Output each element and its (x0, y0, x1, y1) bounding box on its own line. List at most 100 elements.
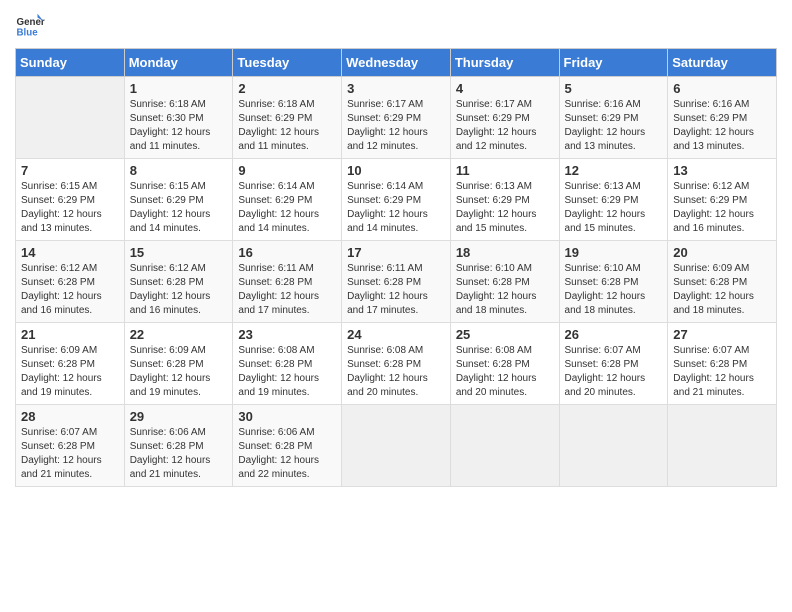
calendar-cell: 23 Sunrise: 6:08 AMSunset: 6:28 PMDayligh… (233, 323, 342, 405)
col-header-saturday: Saturday (668, 49, 777, 77)
day-number: 18 (456, 245, 554, 260)
cell-info: Sunrise: 6:17 AMSunset: 6:29 PMDaylight:… (347, 98, 445, 154)
calendar-cell: 30Sunrise: 6:06 AMSunset: 6:28 PMDayligh… (233, 405, 342, 487)
calendar-cell (559, 405, 668, 487)
cell-info: Sunrise: 6:16 AMSunset: 6:29 PMDaylight:… (565, 98, 663, 154)
calendar-cell: 24Sunrise: 6:08 AMSunset: 6:28 PMDayligh… (342, 323, 451, 405)
cell-info: Sunrise: 6:10 AMSunset: 6:28 PMDaylight:… (456, 262, 554, 318)
day-number: 21 (21, 327, 119, 342)
calendar-cell: 11 Sunrise: 6:13 AMSunset: 6:29 PMDayligh… (450, 159, 559, 241)
calendar-cell: 17Sunrise: 6:11 AMSunset: 6:28 PMDayligh… (342, 241, 451, 323)
svg-text:Blue: Blue (17, 28, 39, 39)
cell-info: Sunrise: 6:08 AMSunset: 6:28 PMDaylight:… (238, 344, 336, 400)
calendar-cell: 27 Sunrise: 6:07 AMSunset: 6:28 PMDayligh… (668, 323, 777, 405)
cell-info: Sunrise: 6:15 AMSunset: 6:29 PMDaylight:… (130, 180, 228, 236)
col-header-thursday: Thursday (450, 49, 559, 77)
col-header-sunday: Sunday (16, 49, 125, 77)
calendar-cell: 13 Sunrise: 6:12 AMSunset: 6:29 PMDayligh… (668, 159, 777, 241)
day-number: 10 (347, 163, 445, 178)
day-number: 27 (673, 327, 771, 342)
calendar-cell: 29 Sunrise: 6:06 AMSunset: 6:28 PMDayligh… (124, 405, 233, 487)
cell-info: Sunrise: 6:12 AMSunset: 6:28 PMDaylight:… (130, 262, 228, 318)
cell-info: Sunrise: 6:06 AMSunset: 6:28 PMDaylight:… (130, 426, 228, 482)
cell-info: Sunrise: 6:13 AMSunset: 6:29 PMDaylight:… (456, 180, 554, 236)
day-number: 9 (238, 163, 336, 178)
cell-info: Sunrise: 6:13 AMSunset: 6:29 PMDaylight:… (565, 180, 663, 236)
calendar-cell: 28 Sunrise: 6:07 AMSunset: 6:28 PMDayligh… (16, 405, 125, 487)
calendar-cell (450, 405, 559, 487)
day-number: 11 (456, 163, 554, 178)
calendar-cell: 16 Sunrise: 6:11 AMSunset: 6:28 PMDayligh… (233, 241, 342, 323)
page-header: General Blue (15, 10, 777, 40)
cell-info: Sunrise: 6:15 AMSunset: 6:29 PMDaylight:… (21, 180, 119, 236)
day-number: 26 (565, 327, 663, 342)
calendar-cell: 7Sunrise: 6:15 AMSunset: 6:29 PMDaylight… (16, 159, 125, 241)
day-number: 13 (673, 163, 771, 178)
day-number: 19 (565, 245, 663, 260)
calendar-cell: 20 Sunrise: 6:09 AMSunset: 6:28 PMDayligh… (668, 241, 777, 323)
cell-info: Sunrise: 6:09 AMSunset: 6:28 PMDaylight:… (21, 344, 119, 400)
calendar-cell: 14 Sunrise: 6:12 AMSunset: 6:28 PMDayligh… (16, 241, 125, 323)
day-number: 2 (238, 81, 336, 96)
cell-info: Sunrise: 6:09 AMSunset: 6:28 PMDaylight:… (673, 262, 771, 318)
calendar-cell: 15 Sunrise: 6:12 AMSunset: 6:28 PMDayligh… (124, 241, 233, 323)
week-row-4: 21 Sunrise: 6:09 AMSunset: 6:28 PMDayligh… (16, 323, 777, 405)
calendar-cell: 9 Sunrise: 6:14 AMSunset: 6:29 PMDaylight… (233, 159, 342, 241)
cell-info: Sunrise: 6:09 AMSunset: 6:28 PMDaylight:… (130, 344, 228, 400)
cell-info: Sunrise: 6:07 AMSunset: 6:28 PMDaylight:… (21, 426, 119, 482)
col-header-friday: Friday (559, 49, 668, 77)
calendar-cell (342, 405, 451, 487)
calendar-cell: 8 Sunrise: 6:15 AMSunset: 6:29 PMDaylight… (124, 159, 233, 241)
cell-info: Sunrise: 6:07 AMSunset: 6:28 PMDaylight:… (673, 344, 771, 400)
week-row-1: 1Sunrise: 6:18 AMSunset: 6:30 PMDaylight… (16, 77, 777, 159)
logo: General Blue (15, 10, 39, 40)
cell-info: Sunrise: 6:11 AMSunset: 6:28 PMDaylight:… (238, 262, 336, 318)
calendar-cell (16, 77, 125, 159)
day-number: 23 (238, 327, 336, 342)
cell-info: Sunrise: 6:12 AMSunset: 6:28 PMDaylight:… (21, 262, 119, 318)
calendar-cell: 12Sunrise: 6:13 AMSunset: 6:29 PMDayligh… (559, 159, 668, 241)
day-number: 25 (456, 327, 554, 342)
calendar-cell: 19 Sunrise: 6:10 AMSunset: 6:28 PMDayligh… (559, 241, 668, 323)
calendar-cell (668, 405, 777, 487)
calendar-cell: 1Sunrise: 6:18 AMSunset: 6:30 PMDaylight… (124, 77, 233, 159)
col-header-tuesday: Tuesday (233, 49, 342, 77)
cell-info: Sunrise: 6:18 AMSunset: 6:29 PMDaylight:… (238, 98, 336, 154)
cell-info: Sunrise: 6:17 AMSunset: 6:29 PMDaylight:… (456, 98, 554, 154)
cell-info: Sunrise: 6:18 AMSunset: 6:30 PMDaylight:… (130, 98, 228, 154)
day-number: 8 (130, 163, 228, 178)
day-number: 3 (347, 81, 445, 96)
day-number: 28 (21, 409, 119, 424)
logo-icon: General Blue (15, 10, 45, 40)
calendar-cell: 5 Sunrise: 6:16 AMSunset: 6:29 PMDaylight… (559, 77, 668, 159)
day-number: 6 (673, 81, 771, 96)
week-row-2: 7Sunrise: 6:15 AMSunset: 6:29 PMDaylight… (16, 159, 777, 241)
day-number: 29 (130, 409, 228, 424)
day-number: 20 (673, 245, 771, 260)
day-number: 5 (565, 81, 663, 96)
calendar-cell: 3 Sunrise: 6:17 AMSunset: 6:29 PMDaylight… (342, 77, 451, 159)
calendar-cell: 2 Sunrise: 6:18 AMSunset: 6:29 PMDaylight… (233, 77, 342, 159)
calendar-cell: 10 Sunrise: 6:14 AMSunset: 6:29 PMDayligh… (342, 159, 451, 241)
calendar-cell: 4 Sunrise: 6:17 AMSunset: 6:29 PMDaylight… (450, 77, 559, 159)
calendar-cell: 6 Sunrise: 6:16 AMSunset: 6:29 PMDaylight… (668, 77, 777, 159)
day-number: 4 (456, 81, 554, 96)
day-number: 16 (238, 245, 336, 260)
cell-info: Sunrise: 6:08 AMSunset: 6:28 PMDaylight:… (347, 344, 445, 400)
cell-info: Sunrise: 6:16 AMSunset: 6:29 PMDaylight:… (673, 98, 771, 154)
day-number: 14 (21, 245, 119, 260)
cell-info: Sunrise: 6:12 AMSunset: 6:29 PMDaylight:… (673, 180, 771, 236)
day-number: 22 (130, 327, 228, 342)
day-number: 30 (238, 409, 336, 424)
day-number: 15 (130, 245, 228, 260)
calendar-cell: 18 Sunrise: 6:10 AMSunset: 6:28 PMDayligh… (450, 241, 559, 323)
day-number: 17 (347, 245, 445, 260)
cell-info: Sunrise: 6:08 AMSunset: 6:28 PMDaylight:… (456, 344, 554, 400)
header-row: SundayMondayTuesdayWednesdayThursdayFrid… (16, 49, 777, 77)
cell-info: Sunrise: 6:14 AMSunset: 6:29 PMDaylight:… (238, 180, 336, 236)
cell-info: Sunrise: 6:10 AMSunset: 6:28 PMDaylight:… (565, 262, 663, 318)
col-header-wednesday: Wednesday (342, 49, 451, 77)
calendar-table: SundayMondayTuesdayWednesdayThursdayFrid… (15, 48, 777, 487)
cell-info: Sunrise: 6:14 AMSunset: 6:29 PMDaylight:… (347, 180, 445, 236)
col-header-monday: Monday (124, 49, 233, 77)
